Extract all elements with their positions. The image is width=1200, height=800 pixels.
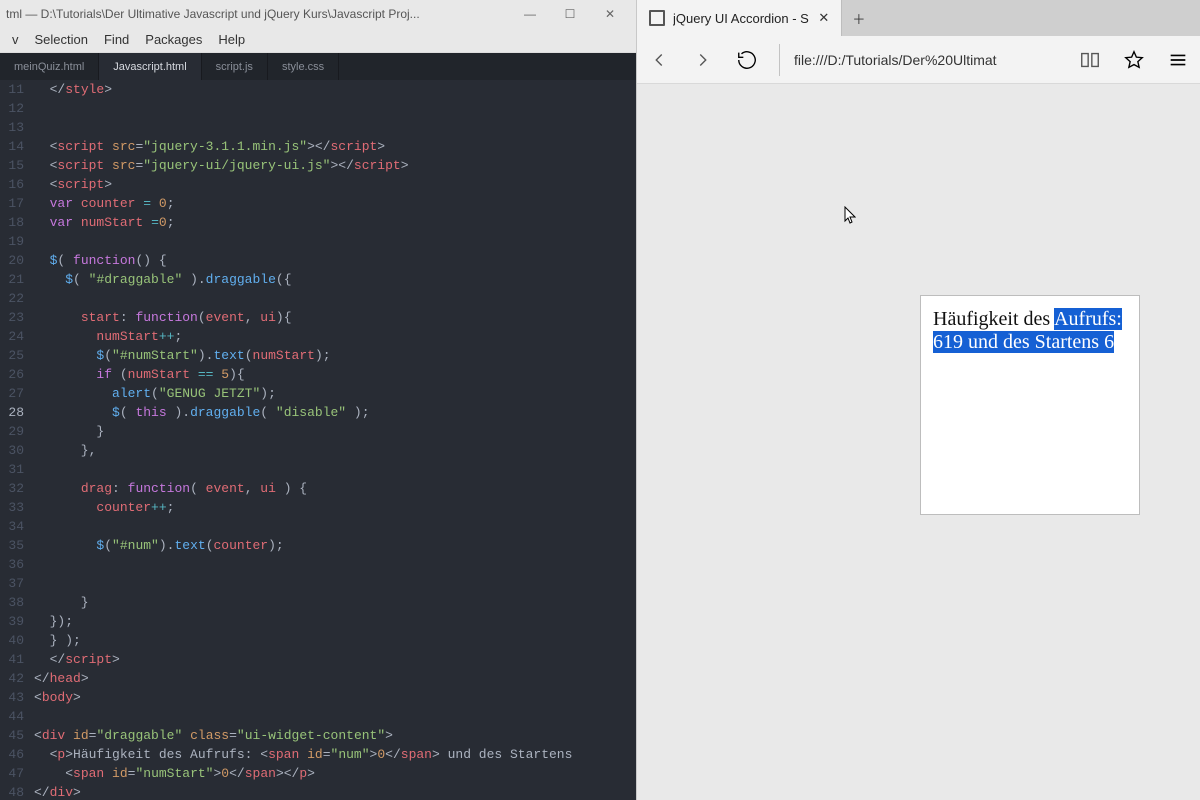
browser-tab-title: jQuery UI Accordion - S [673,11,809,26]
editor-menubar: v Selection Find Packages Help [0,27,636,53]
drag-text-prefix: Häufigkeit des [933,308,1054,330]
editor-window: tml — D:\Tutorials\Der Ultimative Javasc… [0,0,636,800]
menu-packages[interactable]: Packages [137,32,210,47]
refresh-icon[interactable] [735,48,759,72]
menu-help[interactable]: Help [210,32,253,47]
reading-view-icon[interactable] [1078,48,1102,72]
forward-icon[interactable] [691,48,715,72]
editor-tab[interactable]: script.js [202,53,268,80]
draggable-widget[interactable]: Häufigkeit des Aufrufs: 619 und des Star… [920,295,1140,515]
maximize-icon[interactable]: ☐ [550,0,590,27]
new-tab-button[interactable]: ＋ [842,0,876,36]
editor-title: tml — D:\Tutorials\Der Ultimative Javasc… [6,7,510,21]
editor-titlebar[interactable]: tml — D:\Tutorials\Der Ultimative Javasc… [0,0,636,27]
browser-tab[interactable]: jQuery UI Accordion - S ✕ [637,0,842,36]
mouse-cursor-icon [844,206,856,224]
code-area[interactable]: 1112131415161718192021222324252627282930… [0,80,636,800]
more-icon[interactable] [1166,48,1190,72]
browser-tabbar: jQuery UI Accordion - S ✕ ＋ [637,0,1200,36]
drag-text: Häufigkeit des Aufrufs: 619 und des Star… [933,308,1127,354]
favorite-icon[interactable] [1122,48,1146,72]
editor-tabs: meinQuiz.htmlJavascript.htmlscript.jssty… [0,53,636,80]
editor-tab[interactable]: style.css [268,53,339,80]
close-icon[interactable]: ✕ [590,0,630,27]
menu-find[interactable]: Find [96,32,137,47]
browser-toolbar [637,36,1200,84]
page-icon [649,10,665,26]
editor-tab[interactable]: meinQuiz.html [0,53,99,80]
menu-view[interactable]: v [4,32,27,47]
tab-close-icon[interactable]: ✕ [817,10,831,26]
url-field[interactable] [779,44,1058,76]
back-icon[interactable] [647,48,671,72]
editor-tab[interactable]: Javascript.html [99,53,201,80]
browser-window: jQuery UI Accordion - S ✕ ＋ [636,0,1200,800]
menu-selection[interactable]: Selection [27,32,96,47]
browser-page[interactable]: Häufigkeit des Aufrufs: 619 und des Star… [637,84,1200,800]
minimize-icon[interactable]: — [510,0,550,27]
